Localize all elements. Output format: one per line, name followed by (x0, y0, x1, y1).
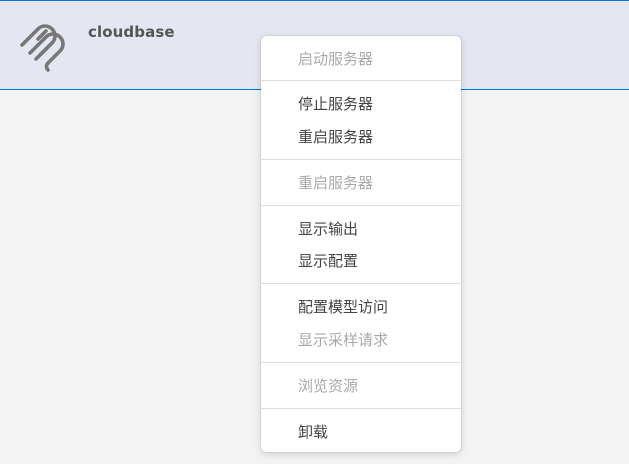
menu-item-browse-resources: 浏览资源 (298, 377, 359, 395)
menu-item-show-configuration[interactable]: 显示配置 (261, 245, 461, 277)
menu-separator (261, 205, 461, 206)
menu-separator (261, 362, 461, 363)
menu-item-restart-server-disabled: 重启服务器 (298, 174, 374, 192)
menu-item-configure-model-access[interactable]: 配置模型访问 (261, 291, 461, 323)
menu-separator (261, 408, 461, 409)
menu-separator (261, 283, 461, 284)
menu-item-show-sampling-requests: 显示采样请求 (298, 331, 389, 349)
menu-item-show-output[interactable]: 显示输出 (261, 213, 461, 245)
menu-separator (261, 159, 461, 160)
menu-item-uninstall[interactable]: 卸载 (261, 416, 461, 448)
menu-separator (261, 80, 461, 81)
server-logo-icon (16, 19, 72, 75)
server-name: cloudbase (88, 23, 175, 41)
context-menu: 启动服务器 停止服务器 重启服务器 重启服务器 显示输出 显示配置 配置模型访问… (261, 36, 461, 452)
menu-item-restart-server[interactable]: 重启服务器 (261, 121, 461, 153)
menu-item-start-server: 启动服务器 (298, 50, 374, 68)
menu-item-stop-server[interactable]: 停止服务器 (261, 88, 461, 120)
